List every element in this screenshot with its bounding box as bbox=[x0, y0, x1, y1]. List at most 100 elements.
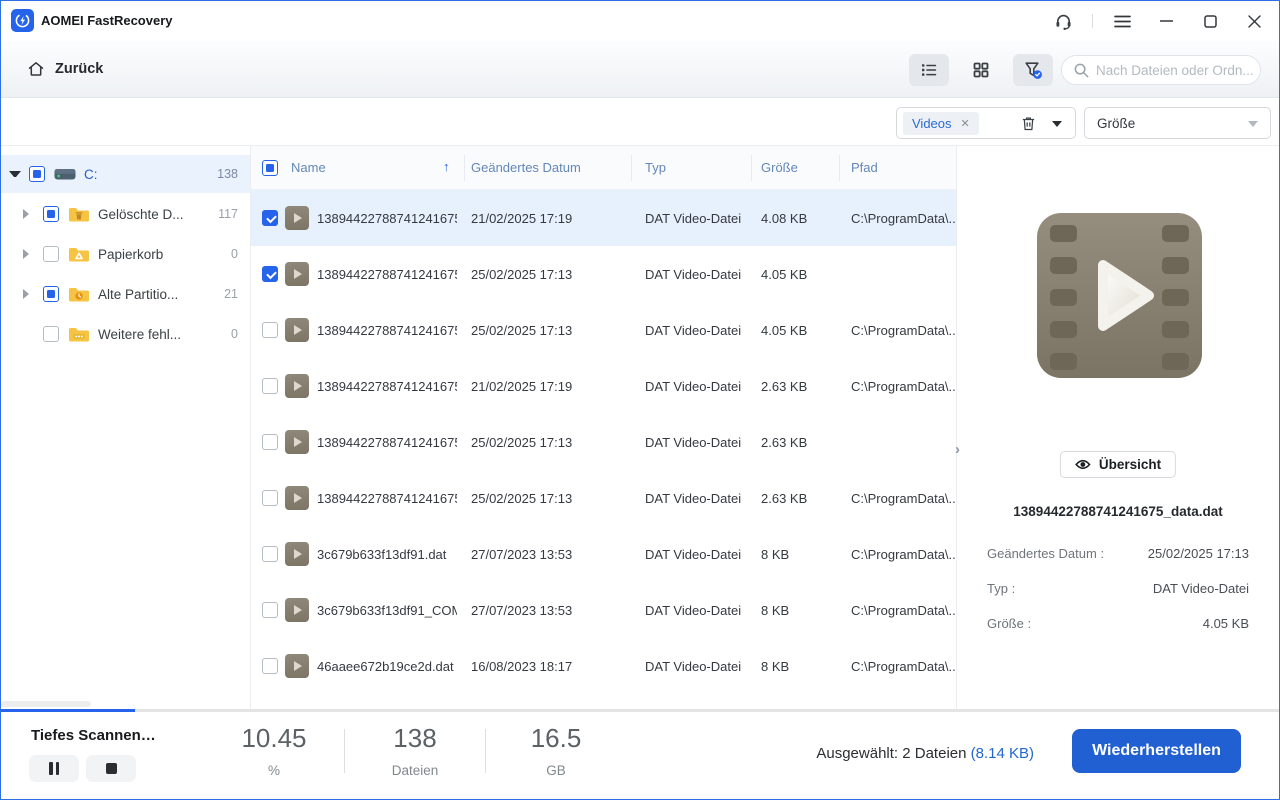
table-row[interactable]: 13894422788741241675_d... 25/02/2025 17:… bbox=[251, 302, 956, 358]
minimize-icon[interactable] bbox=[1151, 6, 1181, 36]
size-dropdown-label: Größe bbox=[1097, 116, 1136, 131]
cell-date: 25/02/2025 17:13 bbox=[471, 490, 573, 506]
sidebar-item-label: Alte Partitio... bbox=[98, 286, 179, 302]
cell-type: DAT Video-Datei bbox=[645, 322, 742, 338]
grid-view-button[interactable] bbox=[961, 54, 1001, 86]
expand-arrow-icon[interactable] bbox=[23, 289, 35, 299]
column-divider bbox=[464, 155, 465, 181]
row-checkbox[interactable] bbox=[262, 434, 278, 450]
sidebar-item[interactable]: Weitere fehl... 0 bbox=[1, 315, 250, 353]
sidebar-horizontal-scrollbar[interactable] bbox=[1, 701, 91, 707]
support-headset-icon[interactable] bbox=[1048, 6, 1078, 36]
filter-type-dropdown[interactable]: Videos ✕ bbox=[896, 107, 1076, 139]
row-checkbox[interactable] bbox=[262, 658, 278, 674]
selection-text: Ausgewählt: 2 Dateien bbox=[816, 745, 971, 762]
column-header-type[interactable]: Typ bbox=[645, 160, 666, 175]
titlebar-divider bbox=[1092, 14, 1093, 28]
detail-label: Geändertes Datum : bbox=[987, 546, 1105, 561]
table-row[interactable]: 3c679b633f13df91.dat 27/07/2023 13:53 DA… bbox=[251, 526, 956, 582]
sort-ascending-icon[interactable]: ↑ bbox=[443, 159, 450, 174]
column-header-path[interactable]: Pfad bbox=[851, 160, 878, 175]
cell-type: DAT Video-Datei bbox=[645, 266, 742, 282]
video-thumbnail-icon bbox=[285, 430, 309, 454]
table-row[interactable]: 46aaee672b19ce2d.dat 16/08/2023 18:17 DA… bbox=[251, 638, 956, 694]
chip-remove-icon[interactable]: ✕ bbox=[961, 117, 970, 130]
stat-value: 16.5 bbox=[530, 723, 582, 753]
table-row[interactable]: 13894422788741241675_tri... 25/02/2025 1… bbox=[251, 470, 956, 526]
scan-status-label: Tiefes Scannen… bbox=[31, 727, 156, 744]
cell-date: 27/07/2023 13:53 bbox=[471, 546, 573, 562]
video-thumbnail-icon bbox=[285, 318, 309, 342]
column-header-date[interactable]: Geändertes Datum bbox=[471, 160, 581, 175]
sidebar-item[interactable]: C: 138 bbox=[1, 155, 250, 193]
back-label: Zurück bbox=[55, 61, 104, 77]
chevron-down-icon[interactable] bbox=[1248, 121, 1258, 127]
sidebar-item[interactable]: Alte Partitio... 21 bbox=[1, 275, 250, 313]
cell-size: 4.05 KB bbox=[761, 322, 808, 338]
back-button[interactable]: Zurück bbox=[27, 55, 103, 83]
chevron-down-icon[interactable] bbox=[1052, 121, 1062, 127]
menu-icon[interactable] bbox=[1107, 6, 1137, 36]
grid-view-icon bbox=[973, 62, 989, 78]
size-dropdown[interactable]: Größe bbox=[1084, 107, 1271, 139]
pause-scan-button[interactable] bbox=[29, 755, 79, 782]
select-all-checkbox[interactable] bbox=[262, 160, 278, 176]
row-checkbox[interactable] bbox=[262, 322, 278, 338]
cell-size: 8 KB bbox=[761, 546, 790, 562]
detail-value: DAT Video-Datei bbox=[1152, 581, 1249, 596]
expand-arrow-icon[interactable] bbox=[23, 249, 35, 259]
column-header-name[interactable]: Name bbox=[291, 160, 326, 175]
sidebar-tree: C: 138 Gelöschte D... 117 Papierkorb 0 A… bbox=[1, 146, 251, 709]
overview-button-label: Übersicht bbox=[1098, 457, 1162, 472]
list-view-icon bbox=[922, 64, 937, 76]
row-checkbox[interactable] bbox=[262, 546, 278, 562]
table-row[interactable]: 13894422788741241675_tri... 25/02/2025 1… bbox=[251, 414, 956, 470]
expand-arrow-icon[interactable] bbox=[9, 171, 21, 177]
filter-chip-videos[interactable]: Videos ✕ bbox=[903, 112, 979, 135]
search-icon bbox=[1074, 63, 1089, 78]
table-row[interactable]: 13894422788741241675_d... 21/02/2025 17:… bbox=[251, 190, 956, 246]
video-thumbnail-icon bbox=[285, 654, 309, 678]
row-checkbox[interactable] bbox=[262, 266, 278, 282]
folder-recycle-icon bbox=[68, 246, 90, 263]
cell-name: 13894422788741241675_d... bbox=[317, 322, 457, 338]
cell-type: DAT Video-Datei bbox=[645, 490, 742, 506]
sidebar-checkbox[interactable] bbox=[43, 326, 59, 342]
filter-chip-label: Videos bbox=[912, 116, 952, 131]
clear-filter-trash-icon[interactable] bbox=[1020, 115, 1037, 137]
close-icon[interactable] bbox=[1239, 6, 1269, 36]
sidebar-item[interactable]: Papierkorb 0 bbox=[1, 235, 250, 273]
row-checkbox[interactable] bbox=[262, 210, 278, 226]
collapse-panel-icon[interactable]: › bbox=[955, 441, 960, 458]
detail-row: Geändertes Datum : 25/02/2025 17:13 bbox=[987, 546, 1249, 564]
sidebar-checkbox[interactable] bbox=[43, 286, 59, 302]
sidebar-checkbox[interactable] bbox=[43, 206, 59, 222]
expand-arrow-icon[interactable] bbox=[23, 209, 35, 219]
stop-scan-button[interactable] bbox=[86, 755, 136, 782]
maximize-icon[interactable] bbox=[1195, 6, 1225, 36]
cell-size: 8 KB bbox=[761, 602, 790, 618]
row-checkbox[interactable] bbox=[262, 602, 278, 618]
list-view-button[interactable] bbox=[909, 54, 949, 86]
filter-button[interactable] bbox=[1013, 54, 1053, 86]
cell-name: 13894422788741241675_tri... bbox=[317, 378, 457, 394]
selection-summary: Ausgewählt: 2 Dateien (8.14 KB) bbox=[816, 745, 1034, 762]
sidebar-checkbox[interactable] bbox=[43, 246, 59, 262]
cell-type: DAT Video-Datei bbox=[645, 434, 742, 450]
detail-row: Größe : 4.05 KB bbox=[987, 616, 1249, 634]
column-header-size[interactable]: Größe bbox=[761, 160, 798, 175]
overview-button[interactable]: Übersicht bbox=[1059, 451, 1177, 478]
row-checkbox[interactable] bbox=[262, 378, 278, 394]
recover-button[interactable]: Wiederherstellen bbox=[1072, 729, 1241, 773]
table-row[interactable]: 3c679b633f13df91_COM1... 27/07/2023 13:5… bbox=[251, 582, 956, 638]
detail-value: 25/02/2025 17:13 bbox=[1147, 546, 1249, 561]
sidebar-item-count: 0 bbox=[231, 327, 238, 341]
video-file-icon bbox=[1037, 213, 1202, 383]
table-row[interactable]: 13894422788741241675_tri... 21/02/2025 1… bbox=[251, 358, 956, 414]
table-row[interactable]: 13894422788741241675_d... 25/02/2025 17:… bbox=[251, 246, 956, 302]
sidebar-checkbox[interactable] bbox=[29, 166, 45, 182]
search-input[interactable] bbox=[1096, 56, 1256, 84]
sidebar-item[interactable]: Gelöschte D... 117 bbox=[1, 195, 250, 233]
sidebar-item-count: 0 bbox=[231, 247, 238, 261]
row-checkbox[interactable] bbox=[262, 490, 278, 506]
